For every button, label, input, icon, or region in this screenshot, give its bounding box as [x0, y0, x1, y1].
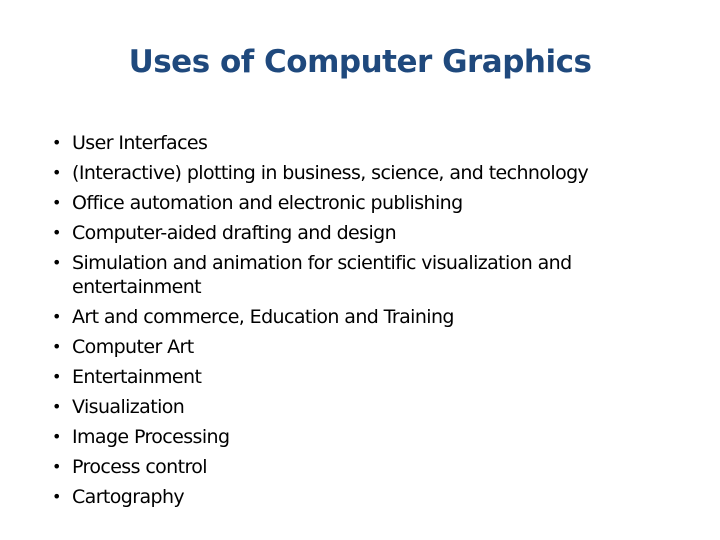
- bullet-icon: •: [52, 487, 61, 506]
- bullet-icon: •: [52, 307, 61, 326]
- list-item-text: Computer Art: [72, 336, 194, 358]
- bullet-icon: •: [52, 163, 61, 182]
- list-item: • Art and commerce, Education and Trainin…: [52, 302, 672, 332]
- list-item-text: Cartography: [72, 486, 185, 508]
- bullet-icon: •: [52, 427, 61, 446]
- bullet-icon: •: [52, 193, 61, 212]
- list-item-text: Simulation and animation for scientific …: [72, 252, 572, 298]
- list-item: • Computer Art: [52, 332, 672, 362]
- list-item-text: Computer-aided drafting and design: [72, 222, 397, 244]
- list-item: • Cartography: [52, 482, 672, 512]
- slide-title: Uses of Computer Graphics: [128, 44, 592, 80]
- list-item-text: Visualization: [72, 396, 185, 418]
- bullet-icon: •: [52, 337, 61, 356]
- list-item-text: User Interfaces: [72, 132, 208, 154]
- list-item: • Computer-aided drafting and design: [52, 218, 672, 248]
- bullet-icon: •: [52, 133, 61, 152]
- bullet-icon: •: [52, 367, 61, 386]
- list-item-text: Process control: [72, 456, 208, 478]
- bullet-icon: •: [52, 223, 61, 242]
- bullet-list: • User Interfaces • (Interactive) plotting…: [52, 128, 672, 512]
- bullet-icon: •: [52, 253, 61, 272]
- list-item: • (Interactive) plotting in business, sci…: [52, 158, 672, 188]
- list-item-text: Entertainment: [72, 366, 202, 388]
- bullet-icon: •: [52, 397, 61, 416]
- list-item: • Simulation and animation for scientific…: [52, 248, 672, 302]
- list-item: • Office automation and electronic publis…: [52, 188, 672, 218]
- bullet-icon: •: [52, 457, 61, 476]
- list-item: • Entertainment: [52, 362, 672, 392]
- list-item: • Visualization: [52, 392, 672, 422]
- list-item: • User Interfaces: [52, 128, 672, 158]
- list-item: • Image Processing: [52, 422, 672, 452]
- list-item-text: (Interactive) plotting in business, scie…: [72, 162, 589, 184]
- list-item: • Process control: [52, 452, 672, 482]
- list-item-text: Office automation and electronic publish…: [72, 192, 463, 214]
- list-item-text: Art and commerce, Education and Training: [72, 306, 454, 328]
- list-item-text: Image Processing: [72, 426, 230, 448]
